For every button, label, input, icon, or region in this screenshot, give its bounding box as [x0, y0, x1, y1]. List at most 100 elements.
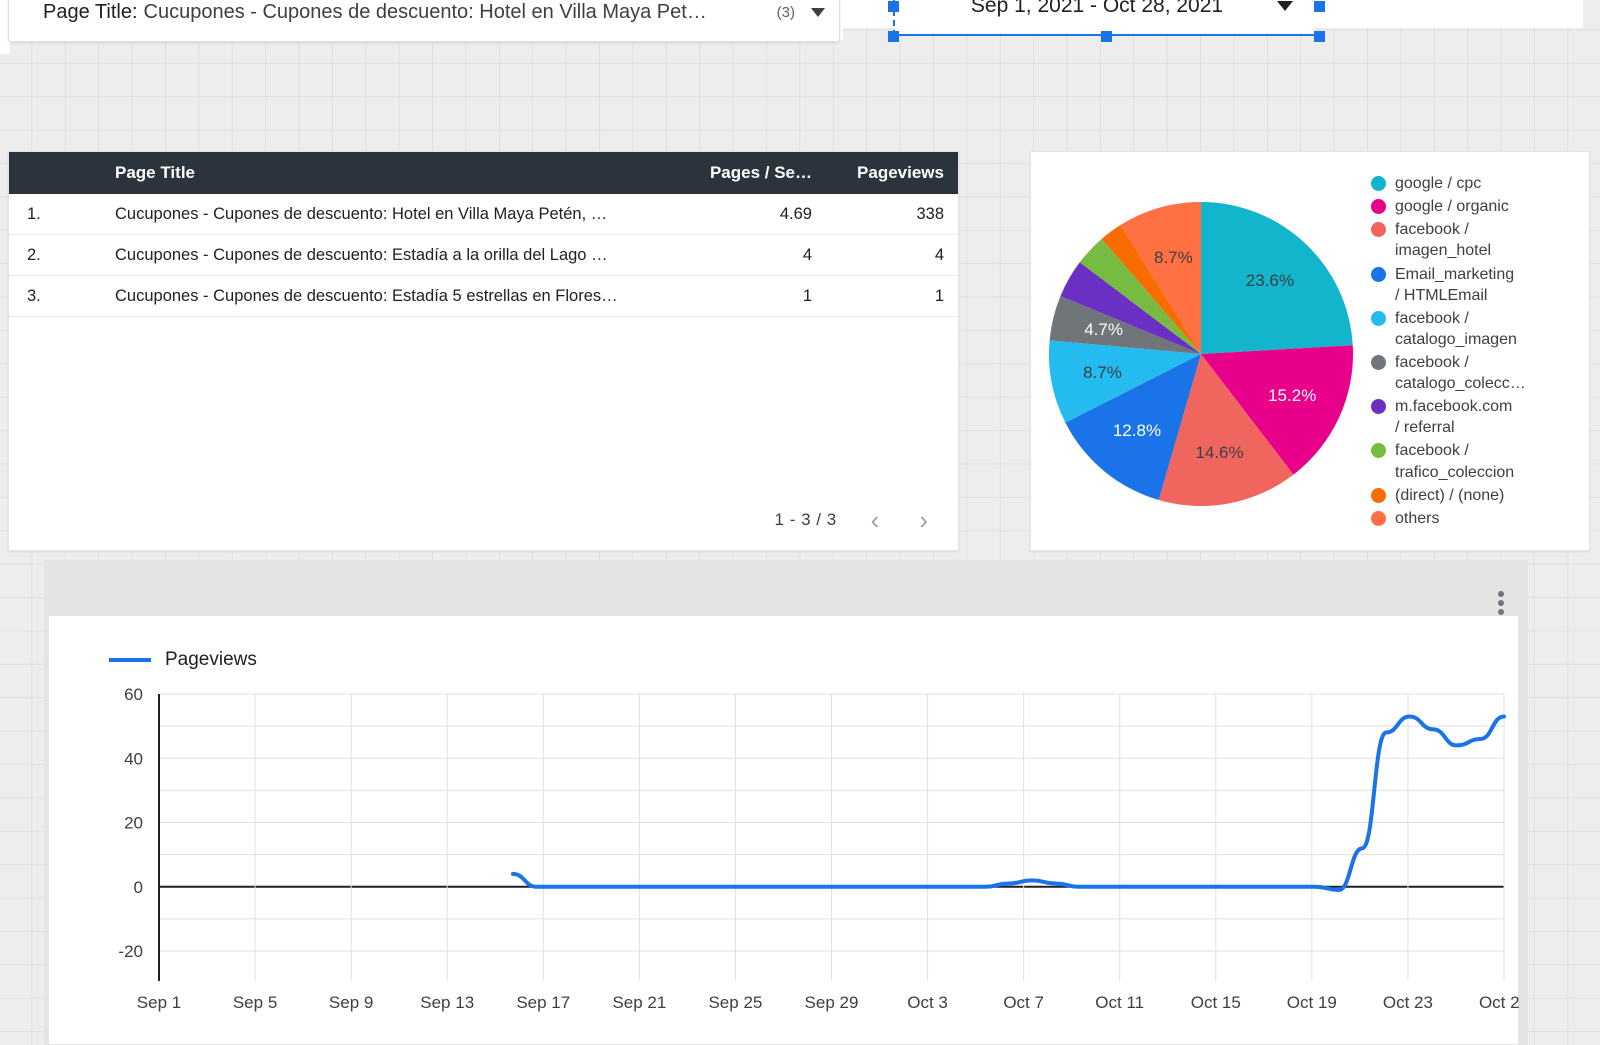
pie-slice-label: 8.7% — [1154, 247, 1193, 267]
kebab-dot — [1498, 591, 1504, 597]
line-chart-x-axis-labels: Sep 1 Sep 5 Sep 9 Sep 13 Sep 17 Sep 21 Sep 25 S… — [137, 993, 1520, 1012]
x-tick-label: Sep 1 — [137, 993, 181, 1012]
page-title-filter-control[interactable]: Page Title: Cucupones - Cupones de descu… — [8, 0, 840, 42]
pie-slice-label: 4.7% — [1084, 320, 1123, 340]
pie-legend-item[interactable]: others — [1371, 508, 1581, 529]
pie-legend-item[interactable]: Email_marketing / HTMLEmail — [1371, 264, 1581, 306]
y-tick-label: 60 — [124, 685, 143, 704]
legend-item-label: others — [1395, 509, 1440, 527]
row-pageviews: 1 — [934, 286, 944, 305]
page-title-filter-count: (3) — [776, 3, 795, 21]
table-row[interactable]: 2. Cucupones - Cupones de descuento: Est… — [9, 235, 958, 276]
y-tick-label: 20 — [124, 814, 143, 833]
selection-handle-bottom-right[interactable] — [1314, 31, 1325, 42]
selection-handle-bottom-center[interactable] — [1101, 31, 1112, 42]
legend-item-label: google / organic — [1395, 198, 1509, 216]
pie-legend-item[interactable]: facebook / trafico_coleccion — [1371, 440, 1581, 482]
legend-item-label: facebook / trafico_coleccion — [1395, 442, 1515, 481]
pie-slice-label: 12.8% — [1112, 421, 1162, 441]
white-gap-mid — [843, 0, 883, 28]
pie-slice-label: 23.6% — [1245, 271, 1294, 291]
pie-legend-item[interactable]: facebook / catalogo_colecc… — [1371, 352, 1581, 394]
x-tick-label: Oct 11 — [1095, 993, 1144, 1012]
y-tick-label: 40 — [124, 749, 143, 768]
legend-color-dot — [1371, 399, 1386, 415]
table-pagination: 1 - 3 / 3 ‹ › — [9, 490, 958, 550]
page-title-filter-value: Cucupones - Cupones de descuento: Hotel … — [143, 0, 707, 23]
table-empty-area — [9, 317, 958, 490]
line-chart-y-axis-labels: 60 40 20 0 -20 — [118, 685, 143, 961]
chevron-left-icon[interactable]: ‹ — [865, 507, 886, 533]
x-tick-label: Sep 25 — [708, 993, 762, 1012]
table-header-pages-per-session[interactable]: Pages / Se… — [662, 163, 812, 183]
pageviews-line-card: Pageviews 60 40 20 0 -20 Sep 1 Sep 5 Sep 9 Sep … — [48, 615, 1520, 1045]
x-tick-label: Oct 15 — [1191, 993, 1241, 1012]
chevron-right-icon[interactable]: › — [913, 507, 934, 533]
pie-chart[interactable]: 23.6% 15.2% 14.6% 12.8% 8.7% 4.7% 8.7% — [1041, 186, 1361, 516]
selection-handle-bottom-left[interactable] — [888, 31, 899, 42]
row-page-title: Cucupones - Cupones de descuento: Estadí… — [115, 245, 608, 264]
pie-legend-item[interactable]: (direct) / (none) — [1371, 485, 1581, 506]
chevron-down-icon[interactable] — [1277, 1, 1293, 11]
row-pages-per-session: 4.69 — [779, 204, 812, 223]
legend-color-dot — [1371, 355, 1386, 370]
chevron-down-icon[interactable] — [811, 7, 825, 17]
report-canvas: Page Title: Cucupones - Cupones de descu… — [0, 0, 1600, 1045]
x-tick-label: Oct 23 — [1383, 993, 1433, 1012]
x-tick-label: Oct 19 — [1287, 993, 1337, 1012]
pie-legend-item[interactable]: facebook / imagen_hotel — [1371, 219, 1581, 261]
line-chart-svg: 6040200-20 Sep 1 Sep 5 Sep 9 Sep 13 Sep 17 Se… — [118, 685, 1520, 1012]
pie-legend-item[interactable]: facebook / catalogo_imagen — [1371, 308, 1581, 350]
kebab-dot — [1498, 600, 1504, 606]
x-tick-label: Oct 27 — [1479, 993, 1520, 1012]
selection-handle-top-left[interactable] — [888, 1, 899, 12]
table-row[interactable]: 3. Cucupones - Cupones de descuento: Est… — [9, 276, 958, 317]
pie-slice-label: 15.2% — [1268, 385, 1317, 405]
pie-legend-item[interactable]: google / cpc — [1371, 173, 1581, 194]
row-page-title: Cucupones - Cupones de descuento: Estadí… — [115, 286, 618, 305]
more-vert-icon[interactable] — [1490, 588, 1512, 618]
legend-item-label: facebook / catalogo_imagen — [1395, 309, 1517, 348]
x-tick-label: Sep 17 — [516, 993, 570, 1012]
x-tick-label: Sep 9 — [329, 993, 373, 1012]
table-header-page-title[interactable]: Page Title — [109, 163, 662, 183]
page-title-table-card: Page Title Pages / Se… Pageviews 1. Cucu… — [8, 151, 959, 551]
table-header-pageviews[interactable]: Pageviews — [812, 163, 958, 183]
row-index: 3. — [27, 286, 41, 305]
pie-slice-label: 14.6% — [1195, 442, 1244, 462]
white-gap-left — [0, 40, 10, 54]
pie-slice-label: 8.7% — [1083, 362, 1122, 382]
line-chart-series — [510, 714, 1506, 892]
date-range-control[interactable]: Sep 1, 2021 - Oct 28, 2021 — [895, 0, 1315, 34]
x-tick-label: Sep 13 — [420, 993, 474, 1012]
x-tick-label: Sep 21 — [612, 993, 666, 1012]
x-tick-label: Oct 7 — [1003, 993, 1044, 1012]
table-row[interactable]: 1. Cucupones - Cupones de descuento: Hot… — [9, 194, 958, 235]
x-tick-label: Oct 3 — [907, 993, 948, 1012]
pagination-range: 1 - 3 / 3 — [774, 510, 837, 529]
legend-color-dot — [1371, 176, 1386, 192]
x-tick-label: Sep 29 — [805, 993, 859, 1012]
pie-legend-item[interactable]: m.facebook.com / referral — [1371, 396, 1581, 438]
legend-item-label: Email_marketing / HTMLEmail — [1395, 265, 1515, 304]
row-pages-per-session: 4 — [802, 245, 812, 264]
row-index: 1. — [27, 204, 41, 223]
legend-color-dot — [1371, 199, 1386, 215]
line-chart-gridlines — [158, 693, 1505, 981]
selection-handle-top-right[interactable] — [1314, 1, 1325, 12]
table-header-row: Page Title Pages / Se… Pageviews — [9, 152, 958, 194]
date-range-value: Sep 1, 2021 - Oct 28, 2021 — [970, 0, 1224, 17]
legend-item-label: google / cpc — [1395, 175, 1482, 193]
page-title-filter-label: Page Title: — [43, 0, 138, 23]
source-medium-pie-card: 23.6% 15.2% 14.6% 12.8% 8.7% 4.7% 8.7% google … — [1030, 151, 1590, 551]
x-tick-label: Sep 5 — [233, 993, 277, 1012]
line-series-pageviews[interactable] — [510, 714, 1506, 892]
legend-color-dot — [1371, 487, 1386, 503]
pie-legend: google / cpc google / organic facebook / i… — [1361, 173, 1589, 529]
legend-color-dot — [1371, 266, 1386, 282]
y-tick-label: 0 — [134, 878, 143, 897]
pie-legend-item[interactable]: google / organic — [1371, 196, 1581, 217]
row-index: 2. — [27, 245, 41, 264]
legend-color-dot — [1371, 510, 1386, 526]
legend-color-dot — [1371, 310, 1386, 326]
